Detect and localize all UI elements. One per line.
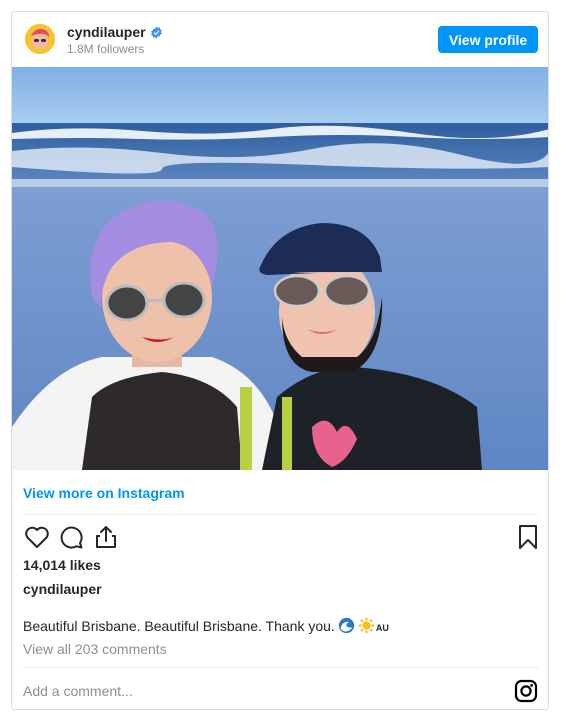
profile-username[interactable]: cyndilauper [67,24,163,40]
share-icon[interactable] [92,523,120,551]
wave-emoji-icon [338,617,354,634]
username-text[interactable]: cyndilauper [67,24,146,40]
caption-text: Beautiful Brisbane. Beautiful Brisbane. … [23,618,335,634]
add-comment-field[interactable]: Add a comment... [23,683,133,699]
caption-tag: AU [375,623,389,633]
view-profile-button[interactable]: View profile [438,26,538,53]
avatar[interactable] [25,24,55,54]
divider [23,514,539,515]
followers-count: 1.8M followers [67,42,145,56]
sun-emoji-icon [358,617,374,634]
divider [23,667,539,668]
verified-badge-icon [150,26,162,39]
view-all-comments-link[interactable]: View all 203 comments [23,641,167,657]
caption: Beautiful Brisbane. Beautiful Brisbane. … [23,617,389,634]
instagram-embed-card: cyndilauper 1.8M followers View profile [11,11,549,710]
comment-icon[interactable] [57,523,85,551]
heart-icon[interactable] [23,523,51,551]
likes-count[interactable]: 14,014 likes [23,557,101,573]
view-more-on-instagram-link[interactable]: View more on Instagram [23,485,185,501]
caption-username[interactable]: cyndilauper [23,581,102,597]
post-photo[interactable] [12,67,549,470]
post-header: cyndilauper 1.8M followers View profile [12,12,548,67]
instagram-icon[interactable] [514,679,538,703]
bookmark-icon[interactable] [514,523,542,551]
